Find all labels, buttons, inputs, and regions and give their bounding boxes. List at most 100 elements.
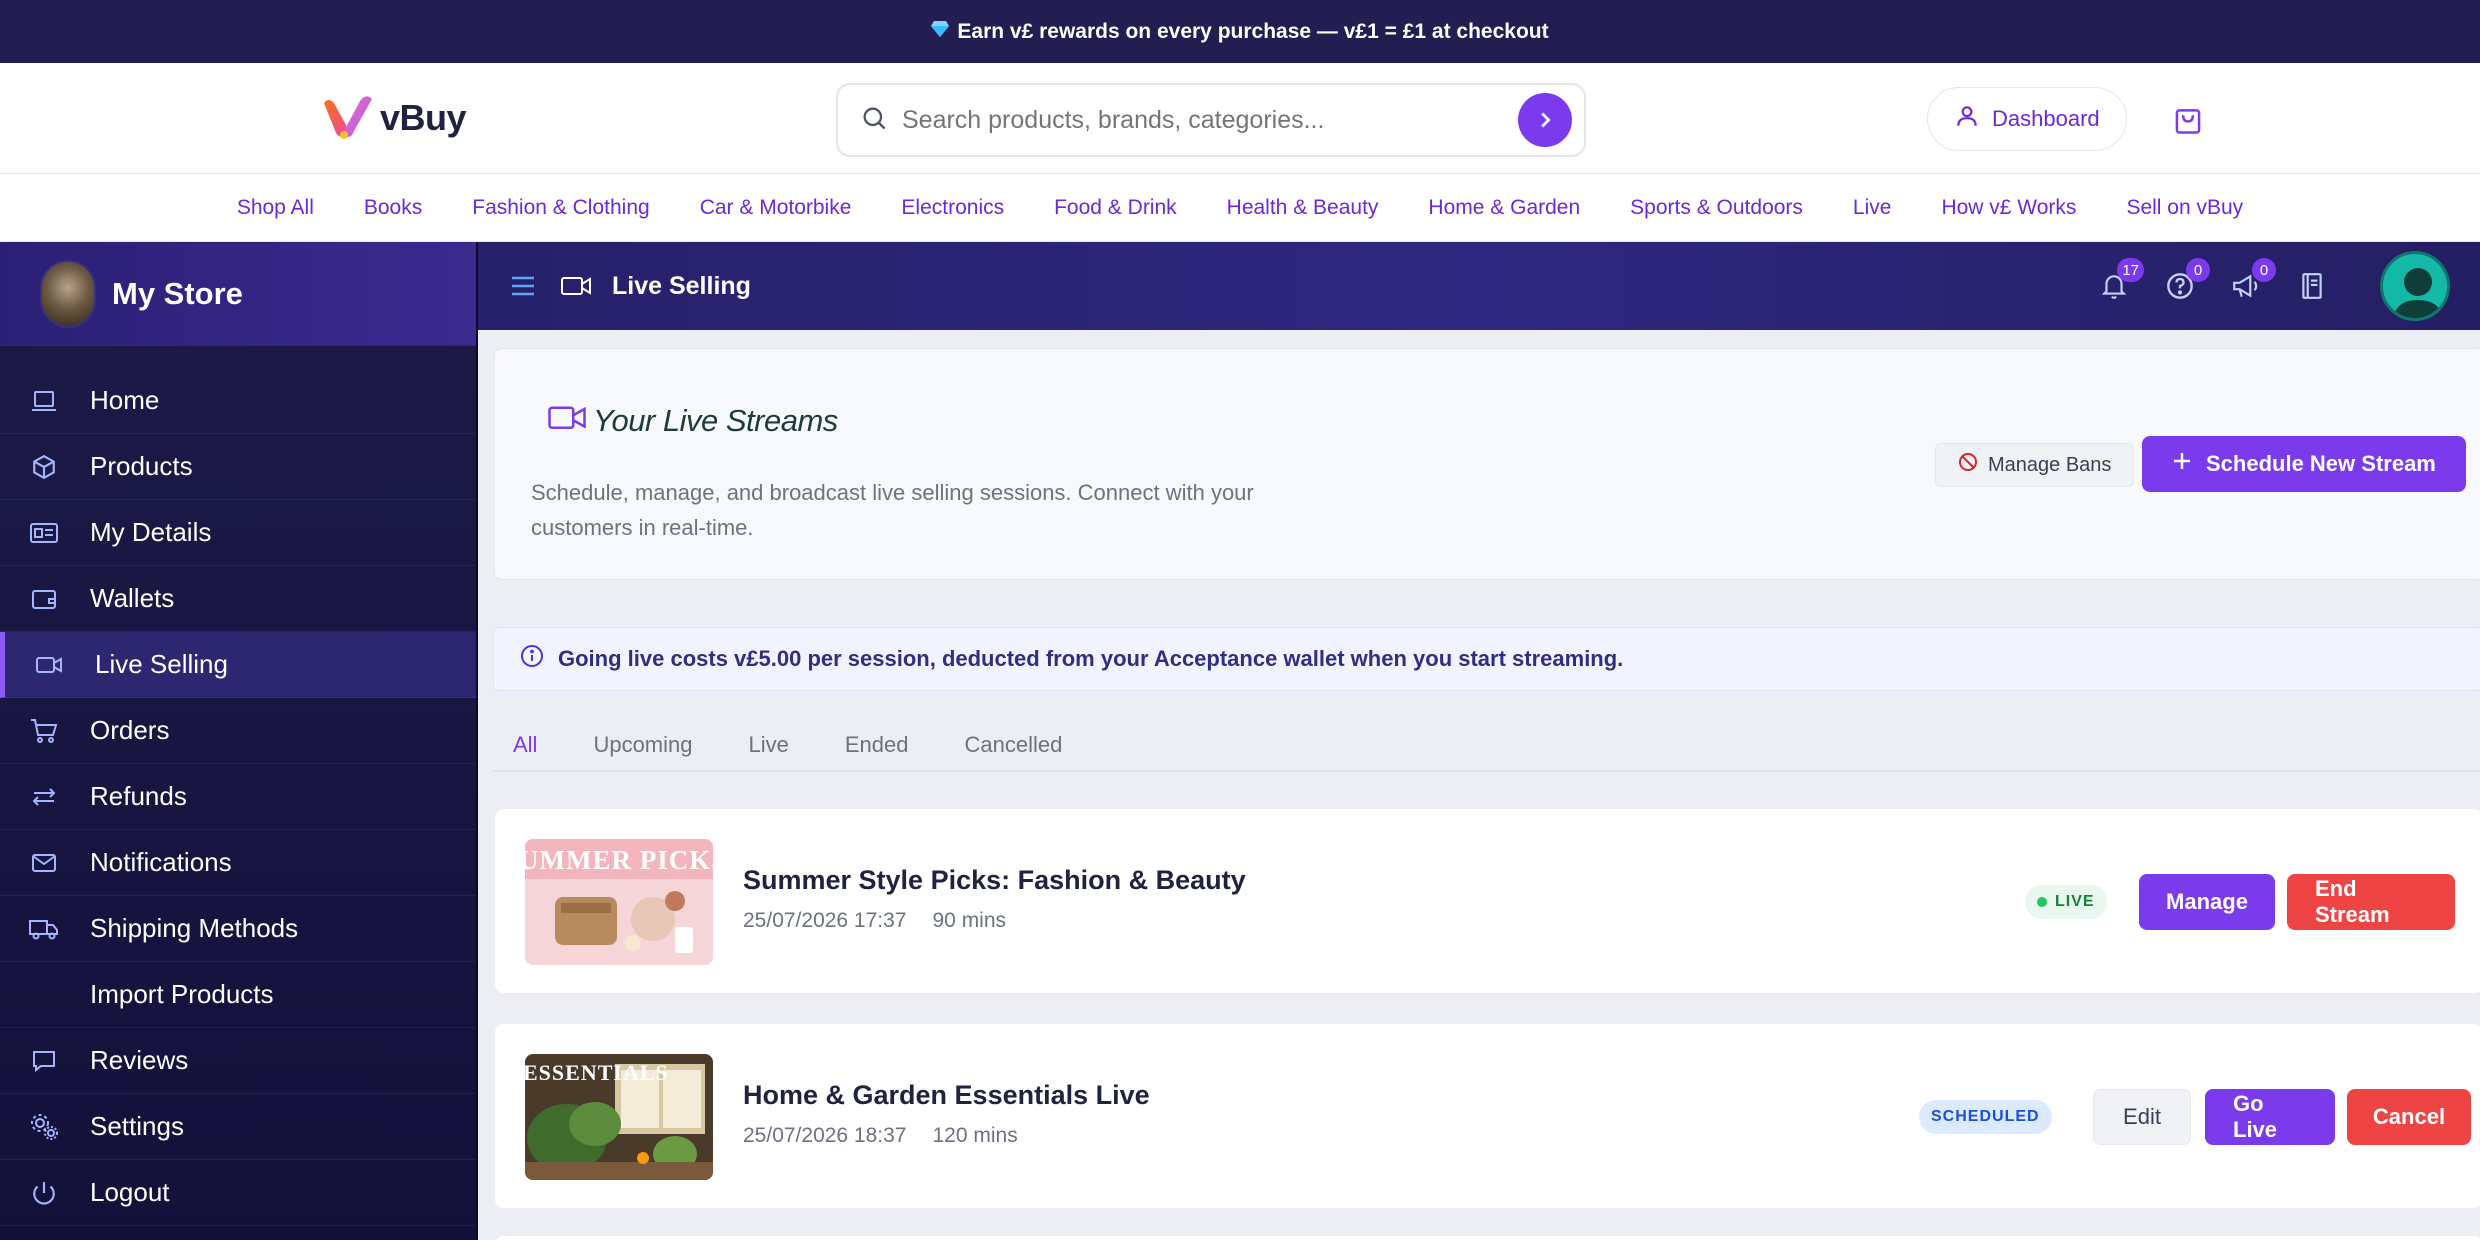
sidebar: My Store Home Products My Details Wallet… xyxy=(0,242,478,1240)
status-text: SCHEDULED xyxy=(1931,1108,2040,1125)
chevron-right-icon xyxy=(1541,112,1551,128)
section-title-text: Your Live Streams xyxy=(593,403,838,438)
tab-all[interactable]: All xyxy=(513,720,565,770)
notifications-badge: 17 xyxy=(2117,258,2144,282)
sidebar-item-wallets[interactable]: Wallets xyxy=(0,566,476,632)
store-header[interactable]: My Store xyxy=(0,242,476,346)
video-icon xyxy=(547,404,587,439)
tab-upcoming[interactable]: Upcoming xyxy=(593,720,720,770)
sidebar-item-label: Notifications xyxy=(90,847,232,877)
page-title: Live Selling xyxy=(612,271,751,300)
end-stream-button[interactable]: End Stream xyxy=(2287,874,2455,930)
status-text: LIVE xyxy=(2055,893,2095,910)
category-link[interactable]: Electronics xyxy=(876,196,1029,220)
promo-banner: Earn v£ rewards on every purchase — v£1 … xyxy=(0,0,2480,63)
stream-duration: 90 mins xyxy=(932,909,1007,932)
category-nav: Shop All Books Fashion & Clothing Car & … xyxy=(0,174,2480,242)
sidebar-item-label: Live Selling xyxy=(95,649,228,679)
guide-button[interactable] xyxy=(2294,268,2330,304)
section-subtitle: Schedule, manage, and broadcast live sel… xyxy=(531,480,1254,540)
stream-title[interactable]: Home & Garden Essentials Live xyxy=(743,1080,1150,1111)
category-link[interactable]: Car & Motorbike xyxy=(675,196,877,220)
shopping-bag-icon xyxy=(2175,109,2201,134)
main-content: Your Live Streams Schedule, manage, and … xyxy=(478,330,2480,1240)
go-live-button[interactable]: Go Live xyxy=(2205,1089,2335,1145)
user-silhouette-icon xyxy=(2393,268,2443,318)
stream-thumbnail[interactable]: UMMER PICKS xyxy=(525,839,713,965)
stream-duration: 120 mins xyxy=(932,1124,1018,1147)
category-link[interactable]: Health & Beauty xyxy=(1202,196,1404,220)
announcements-button[interactable]: 0 xyxy=(2228,258,2276,304)
manage-bans-button[interactable]: Manage Bans xyxy=(1935,443,2135,487)
edit-button[interactable]: Edit xyxy=(2093,1089,2191,1145)
sidebar-item-reviews[interactable]: Reviews xyxy=(0,1028,476,1094)
category-link[interactable]: Sports & Outdoors xyxy=(1605,196,1828,220)
dashboard-button[interactable]: Dashboard xyxy=(1927,87,2127,151)
sidebar-item-live-selling[interactable]: Live Selling xyxy=(0,632,476,698)
live-dot-icon xyxy=(2037,897,2047,907)
sidebar-item-orders[interactable]: Orders xyxy=(0,698,476,764)
logo-mark-icon xyxy=(322,95,374,141)
sidebar-item-label: Import Products xyxy=(90,979,274,1009)
tab-live[interactable]: Live xyxy=(749,720,817,770)
search-icon xyxy=(860,104,888,137)
category-link[interactable]: Books xyxy=(339,196,447,220)
help-button[interactable]: 0 xyxy=(2162,258,2210,304)
stream-card: ESSENTIALS Home & Garden Essentials Live… xyxy=(494,1023,2480,1209)
category-link[interactable]: Home & Garden xyxy=(1403,196,1605,220)
sidebar-item-label: Refunds xyxy=(90,781,187,811)
plus-icon xyxy=(2172,451,2192,477)
section-title: Your Live Streams xyxy=(547,403,838,439)
manage-button[interactable]: Manage xyxy=(2139,874,2275,930)
cancel-button[interactable]: Cancel xyxy=(2347,1089,2471,1145)
sidebar-item-refunds[interactable]: Refunds xyxy=(0,764,476,830)
status-badge: SCHEDULED xyxy=(1919,1100,2052,1134)
sidebar-item-import-products[interactable]: Import Products xyxy=(0,962,476,1028)
sidebar-item-notifications[interactable]: Notifications xyxy=(0,830,476,896)
stream-date: 25/07/2026 17:37 xyxy=(743,909,907,932)
sidebar-item-label: Wallets xyxy=(90,583,175,613)
stream-meta: 25/07/2026 18:37 120 mins xyxy=(743,1124,1018,1148)
sidebar-item-my-details[interactable]: My Details xyxy=(0,500,476,566)
user-avatar[interactable] xyxy=(2380,251,2450,321)
manage-bans-label: Manage Bans xyxy=(1988,453,2112,476)
ban-icon xyxy=(1958,452,1978,478)
tab-cancelled[interactable]: Cancelled xyxy=(964,720,1090,770)
logo[interactable]: vBuy xyxy=(322,95,467,141)
power-icon xyxy=(28,1177,60,1209)
sidebar-item-shipping-methods[interactable]: Shipping Methods xyxy=(0,896,476,962)
comment-icon xyxy=(28,1045,60,1077)
announcements-badge: 0 xyxy=(2252,258,2276,282)
category-link[interactable]: Shop All xyxy=(212,196,339,220)
category-link[interactable]: How v£ Works xyxy=(1916,196,2101,220)
promo-text: Earn v£ rewards on every purchase — v£1 … xyxy=(957,19,1549,43)
tab-ended[interactable]: Ended xyxy=(845,720,937,770)
notifications-button[interactable]: 17 xyxy=(2096,258,2144,304)
sidebar-item-products[interactable]: Products xyxy=(0,434,476,500)
sidebar-item-home[interactable]: Home xyxy=(0,368,476,434)
sidebar-item-settings[interactable]: Settings xyxy=(0,1094,476,1160)
stream-thumbnail[interactable]: ESSENTIALS xyxy=(525,1054,713,1180)
stream-title[interactable]: Summer Style Picks: Fashion & Beauty xyxy=(743,865,1246,896)
search-bar xyxy=(836,83,1586,157)
category-link[interactable]: Sell on vBuy xyxy=(2101,196,2268,220)
info-icon xyxy=(520,644,544,674)
search-input[interactable] xyxy=(902,105,1518,135)
category-link[interactable]: Food & Drink xyxy=(1029,196,1202,220)
schedule-new-stream-button[interactable]: Schedule New Stream xyxy=(2142,436,2466,492)
search-submit-button[interactable] xyxy=(1518,93,1572,147)
stream-date: 25/07/2026 18:37 xyxy=(743,1124,907,1147)
shopping-bag-button[interactable] xyxy=(2170,101,2206,137)
stream-filter-tabs: All Upcoming Live Ended Cancelled xyxy=(493,720,2480,772)
category-link[interactable]: Live xyxy=(1828,196,1917,220)
category-link[interactable]: Fashion & Clothing xyxy=(447,196,674,220)
appbar-actions: 17 0 0 xyxy=(2096,242,2450,330)
wallet-icon xyxy=(28,583,60,615)
book-icon xyxy=(2302,273,2322,299)
video-icon xyxy=(560,271,594,301)
hamburger-menu-icon[interactable] xyxy=(508,271,538,301)
info-text: Going live costs v£5.00 per session, ded… xyxy=(558,646,1624,671)
stream-card xyxy=(494,1235,2480,1240)
sidebar-item-logout[interactable]: Logout xyxy=(0,1160,476,1226)
thumbnail-text: ESSENTIALS xyxy=(525,1060,669,1085)
